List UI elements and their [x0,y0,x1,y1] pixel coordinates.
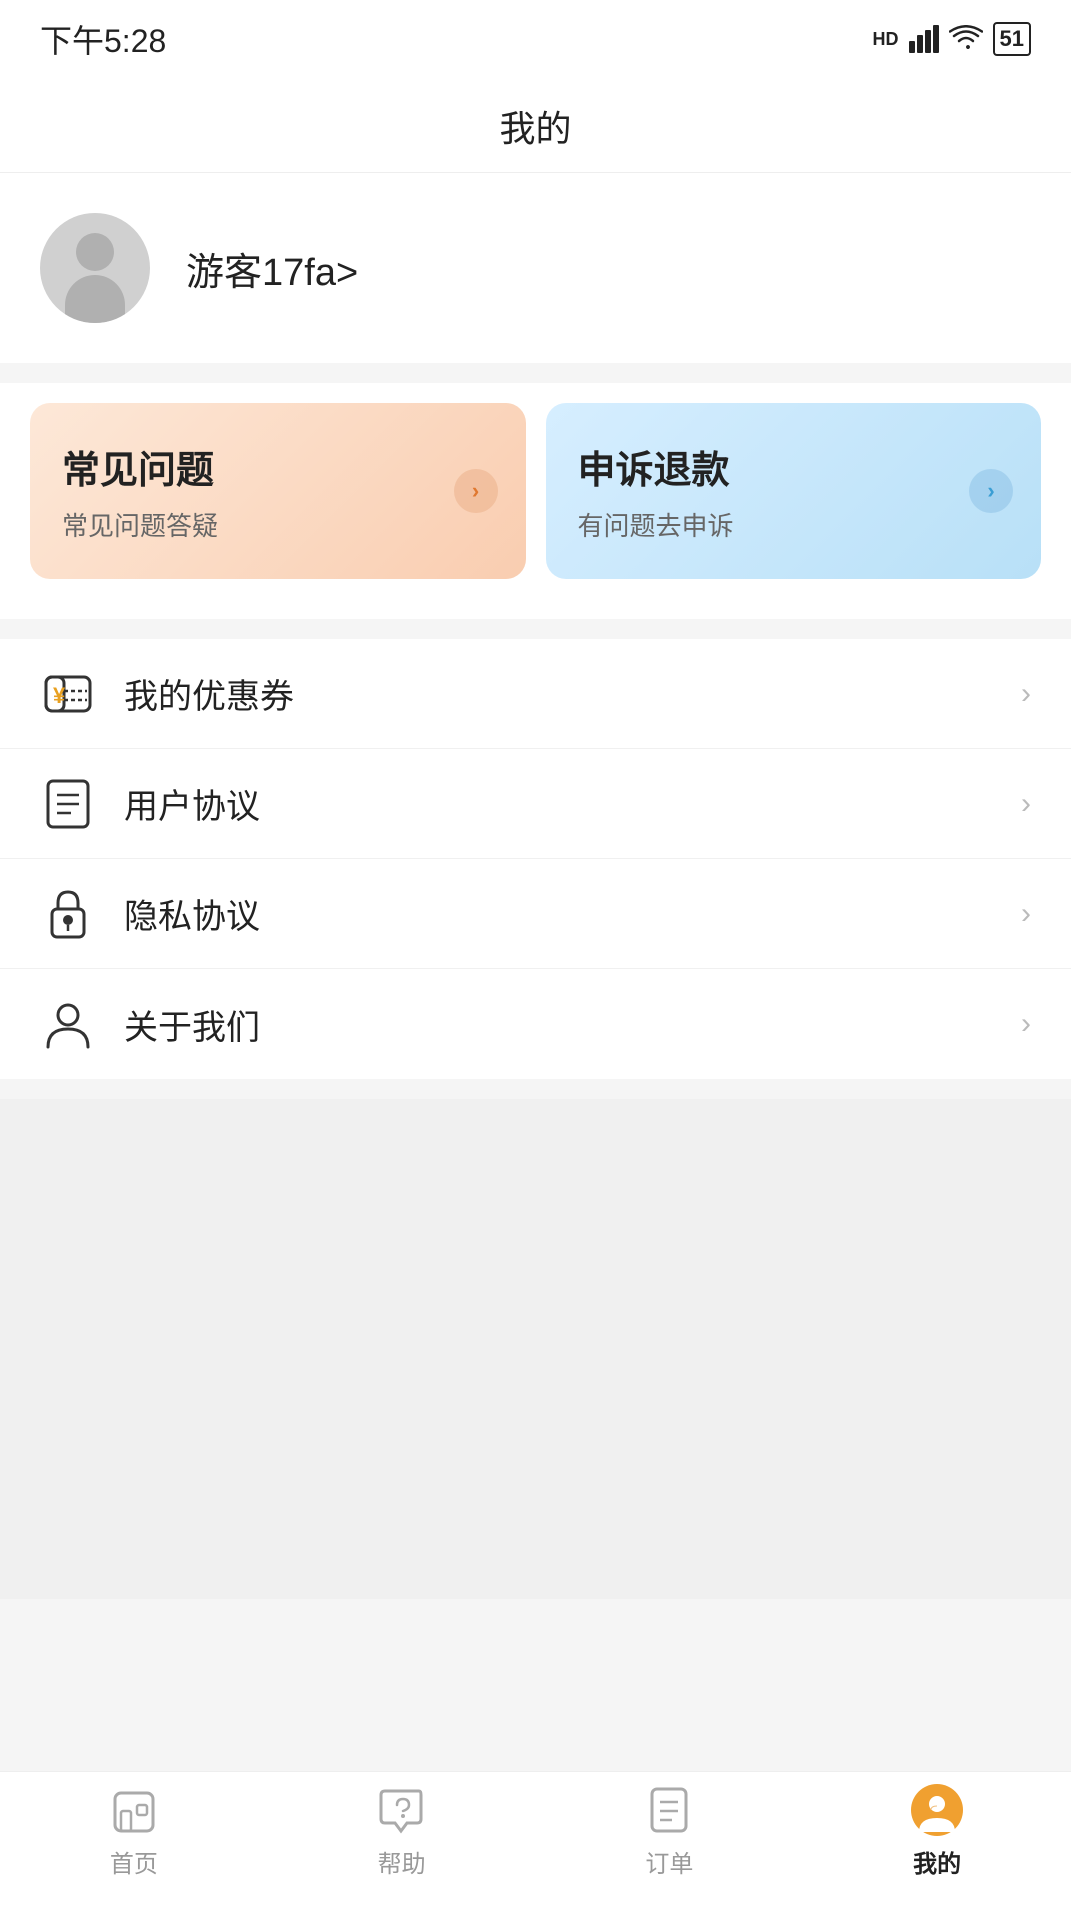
page-title-bar: 我的 [0,70,1071,173]
menu-item-agreement[interactable]: 用户协议 › [0,749,1071,859]
complaint-card-title: 申诉退款 [578,439,1010,494]
faq-card[interactable]: 常见问题 常见问题答疑 › [30,403,526,579]
nav-item-home[interactable]: 首页 [0,1784,268,1879]
nav-item-orders[interactable]: 订单 [536,1784,804,1879]
bottom-nav: 首页 帮助 订单 [0,1771,1071,1911]
signal-icon [909,25,939,53]
wifi-icon [949,25,983,53]
status-bar: 下午5:28 HD 51 [0,0,1071,70]
help-nav-icon [376,1784,428,1836]
privacy-label: 隐私协议 [124,889,1021,938]
privacy-icon [40,886,96,942]
coupon-chevron: › [1021,677,1031,711]
status-icons: HD 51 [873,22,1031,56]
orders-nav-label: 订单 [645,1844,693,1879]
privacy-chevron: › [1021,897,1031,931]
svg-text:¥: ¥ [53,683,66,708]
help-nav-label: 帮助 [378,1844,426,1879]
agreement-label: 用户协议 [124,779,1021,828]
profile-section: 游客17fa> [0,173,1071,363]
battery-level: 51 [1000,26,1024,51]
home-nav-label: 首页 [110,1844,158,1879]
menu-item-coupon[interactable]: ¥ 我的优惠券 › [0,639,1071,749]
about-icon [40,996,96,1052]
cards-section: 常见问题 常见问题答疑 › 申诉退款 有问题去申诉 › [0,383,1071,619]
faq-card-subtitle: 常见问题答疑 [62,506,494,543]
home-nav-icon [108,1784,160,1836]
complaint-card-arrow: › [969,469,1013,513]
orders-nav-icon [643,1784,695,1836]
faq-card-arrow: › [454,469,498,513]
mine-nav-icon [911,1784,963,1836]
coupon-label: 我的优惠券 [124,669,1021,718]
nav-item-help[interactable]: 帮助 [268,1784,536,1879]
complaint-card[interactable]: 申诉退款 有问题去申诉 › [546,403,1042,579]
menu-item-privacy[interactable]: 隐私协议 › [0,859,1071,969]
status-time: 下午5:28 [40,16,166,62]
about-chevron: › [1021,1007,1031,1041]
agreement-icon [40,776,96,832]
avatar [40,213,150,323]
faq-card-title: 常见问题 [62,439,494,494]
nav-item-mine[interactable]: 我的 [803,1784,1071,1879]
battery-icon: 51 [993,22,1031,56]
agreement-chevron: › [1021,787,1031,821]
menu-section: ¥ 我的优惠券 › 用户协议 › [0,639,1071,1079]
about-label: 关于我们 [124,1000,1021,1049]
username[interactable]: 游客17fa> [186,241,358,296]
page-title: 我的 [499,108,571,149]
mine-nav-label: 我的 [913,1844,961,1879]
menu-item-about[interactable]: 关于我们 › [0,969,1071,1079]
hd-indicator: HD [873,29,899,50]
complaint-card-subtitle: 有问题去申诉 [578,506,1010,543]
gray-area [0,1099,1071,1599]
coupon-icon: ¥ [40,666,96,722]
